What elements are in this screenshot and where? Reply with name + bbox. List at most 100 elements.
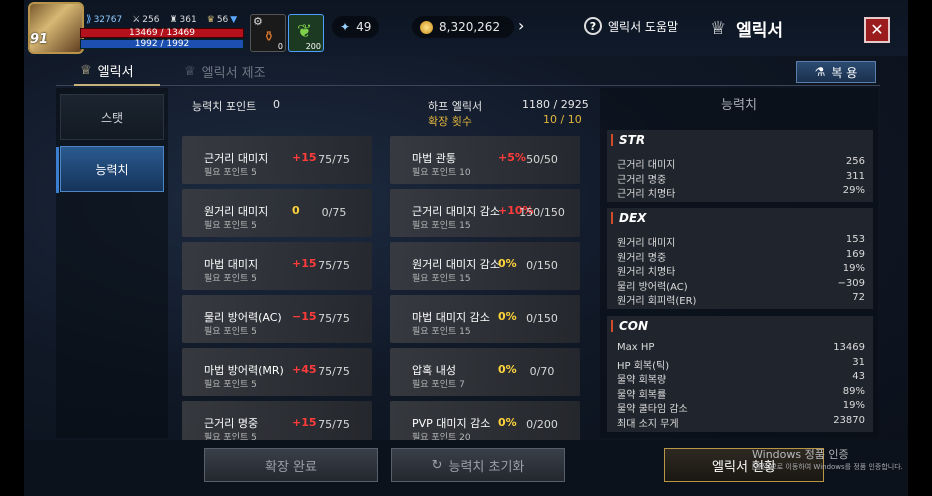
quick-slot-herb[interactable]: ❦ 200 bbox=[288, 14, 324, 52]
gear-icon: ⚙ bbox=[253, 15, 263, 28]
ability-card[interactable]: 근거리 대미지 필요 포인트 5 +15 75/75 bbox=[182, 136, 372, 184]
elixir-screen: 91 ⟫ 32767 ⚔ 256 ♜ 361 ♛ 56 ▼ 13469 / 13… bbox=[0, 0, 932, 496]
ability-card[interactable]: 원거리 대미지 감소 필요 포인트 15 0% 0/150 bbox=[390, 242, 580, 290]
stat-label: 원거리 대미지 bbox=[617, 238, 676, 249]
chevron-down-icon[interactable]: ▼ bbox=[230, 15, 237, 25]
help-button[interactable]: ? 엘릭서 도움말 bbox=[584, 17, 678, 35]
ability-card[interactable]: 물리 방어력(AC) 필요 포인트 5 −15 75/75 bbox=[182, 295, 372, 343]
stat2-value: 361 bbox=[179, 14, 197, 25]
stat-row: 근거리 명중 311 bbox=[617, 171, 865, 186]
stat-value: 31 bbox=[852, 356, 865, 368]
points-label: 능력치 포인트 bbox=[192, 100, 257, 113]
stat-label: 원거리 치명타 bbox=[617, 267, 676, 279]
gem-icon: ✦ bbox=[340, 20, 351, 34]
tower-icon: ♜ bbox=[169, 14, 178, 25]
craft-icon: ♕ bbox=[184, 63, 196, 79]
required-points: 필요 포인트 15 bbox=[412, 274, 471, 284]
quick-slot-potion[interactable]: ⚙ ⚱ 0 bbox=[250, 14, 286, 52]
leaf-icon: ❦ bbox=[297, 21, 313, 42]
stat-value: 89% bbox=[842, 385, 865, 397]
required-points: 필요 포인트 5 bbox=[204, 221, 257, 231]
stat-row: 물약 회복량 43 bbox=[617, 371, 865, 386]
stat-label: 근거리 치명타 bbox=[617, 189, 676, 201]
stat-value: 153 bbox=[845, 234, 865, 245]
tab-label: 엘릭서 bbox=[97, 64, 134, 80]
slot-count: 200 bbox=[305, 42, 321, 51]
tab-row bbox=[56, 56, 880, 86]
ability-name: 마법 관통 bbox=[412, 152, 456, 165]
ability-level: 50/50 bbox=[514, 145, 570, 175]
close-icon: ✕ bbox=[870, 20, 884, 39]
consume-button[interactable]: ⚗ 복 용 bbox=[796, 61, 876, 83]
gold-value: 8,320,262 bbox=[439, 20, 501, 34]
section-header: STR bbox=[611, 134, 645, 146]
ability-name: 근거리 명중 bbox=[204, 417, 259, 430]
required-points: 필요 포인트 5 bbox=[204, 168, 257, 178]
sword-icon: ⚔ bbox=[132, 14, 141, 25]
stat-label: 원거리 회피력(ER) bbox=[617, 296, 697, 308]
stat-value: 256 bbox=[845, 156, 865, 167]
tab-elixir[interactable]: ♕ 엘릭서 bbox=[74, 56, 160, 86]
player-level: 91 bbox=[30, 32, 49, 47]
stat-row: 근거리 치명타 29% bbox=[617, 185, 865, 200]
required-points: 필요 포인트 10 bbox=[412, 168, 471, 178]
section-header: CON bbox=[611, 320, 648, 332]
nav-stats[interactable]: 스탯 bbox=[60, 94, 164, 140]
ability-level: 75/75 bbox=[306, 357, 362, 387]
refresh-icon: ↻ bbox=[431, 457, 443, 473]
help-label: 엘릭서 도움말 bbox=[608, 19, 679, 34]
ability-card[interactable]: 마법 관통 필요 포인트 10 +5% 50/50 bbox=[390, 136, 580, 184]
reset-abilities-button[interactable]: ↻ 능력치 초기화 bbox=[391, 448, 565, 482]
tab-label: 엘릭서 제조 bbox=[201, 65, 266, 81]
points-value: 0 bbox=[273, 98, 280, 111]
stat-value: 13469 bbox=[833, 342, 865, 353]
chevron-right-icon[interactable]: › bbox=[518, 16, 524, 35]
stat-row: 원거리 대미지 153 bbox=[617, 234, 865, 249]
ability-card[interactable]: 마법 대미지 감소 필요 포인트 15 0% 0/150 bbox=[390, 295, 580, 343]
gold-currency: 8,320,262 bbox=[412, 16, 514, 38]
slot-count: 0 bbox=[277, 42, 283, 51]
close-button[interactable]: ✕ bbox=[864, 17, 890, 43]
stat-row: 원거리 명중 169 bbox=[617, 249, 865, 264]
stat-label: 물약 쿨타임 감소 bbox=[617, 404, 688, 416]
ability-card[interactable]: 마법 대미지 필요 포인트 5 +15 75/75 bbox=[182, 242, 372, 290]
tab-elixir-craft[interactable]: ♕ 엘릭서 제조 bbox=[184, 56, 294, 86]
required-points: 필요 포인트 5 bbox=[204, 327, 257, 337]
stat-value: 19% bbox=[842, 400, 865, 412]
stat-section-str: STR 근거리 대미지 256 근거리 명중 311 근거리 치명타 29% bbox=[607, 130, 873, 202]
stat-label: 물약 회복률 bbox=[617, 389, 667, 401]
expand-complete-button[interactable]: 확장 완료 bbox=[204, 448, 378, 482]
ability-level: 0/75 bbox=[306, 198, 362, 228]
ability-level: 150/150 bbox=[514, 198, 570, 228]
stat-row: 최대 소지 무게 23870 bbox=[617, 415, 865, 430]
question-icon: ? bbox=[584, 17, 602, 35]
stat-row: 물리 방어력(AC) −309 bbox=[617, 278, 865, 293]
ability-card[interactable]: 압혹 내성 필요 포인트 7 0% 0/70 bbox=[390, 348, 580, 396]
ability-name: 마법 대미지 bbox=[204, 258, 259, 271]
stat-row: 원거리 회피력(ER) 72 bbox=[617, 292, 865, 307]
ability-card[interactable]: 마법 방어력(MR) 필요 포인트 5 +45 75/75 bbox=[182, 348, 372, 396]
reset-label: 능력치 초기화 bbox=[448, 459, 525, 475]
potion-icon: ⚱ bbox=[263, 29, 275, 45]
ability-name: 압혹 내성 bbox=[412, 364, 456, 377]
mp-text: 1992 / 1992 bbox=[134, 39, 190, 49]
ability-level: 0/200 bbox=[514, 410, 570, 440]
title-text: 엘릭서 bbox=[736, 21, 784, 41]
elixir-crown-icon: ♕ bbox=[710, 18, 727, 39]
half-elixir-value: 1180 / 2925 bbox=[522, 98, 589, 111]
ability-level: 0/150 bbox=[514, 304, 570, 334]
ability-name: 근거리 대미지 bbox=[204, 152, 269, 165]
mp-bar: 1992 / 1992 bbox=[80, 39, 244, 49]
nav-abilities[interactable]: 능력치 bbox=[56, 146, 164, 193]
stat-row: 물약 쿨타임 감소 19% bbox=[617, 400, 865, 415]
ability-card[interactable]: 원거리 대미지 필요 포인트 5 0 0/75 bbox=[182, 189, 372, 237]
ability-card[interactable]: 근거리 대미지 감소 필요 포인트 15 +10% 150/150 bbox=[390, 189, 580, 237]
expand-count-label: 확장 횟수 bbox=[428, 115, 472, 128]
required-points: 필요 포인트 5 bbox=[204, 274, 257, 284]
ability-name: 원거리 대미지 감소 bbox=[412, 258, 500, 271]
required-points: 필요 포인트 5 bbox=[204, 380, 257, 390]
expand-count-value: 10 / 10 bbox=[543, 113, 582, 126]
required-points: 필요 포인트 15 bbox=[412, 221, 471, 231]
stat-label: 최대 소지 무게 bbox=[617, 419, 679, 430]
screen-title: ♕ 엘릭서 bbox=[710, 16, 783, 41]
